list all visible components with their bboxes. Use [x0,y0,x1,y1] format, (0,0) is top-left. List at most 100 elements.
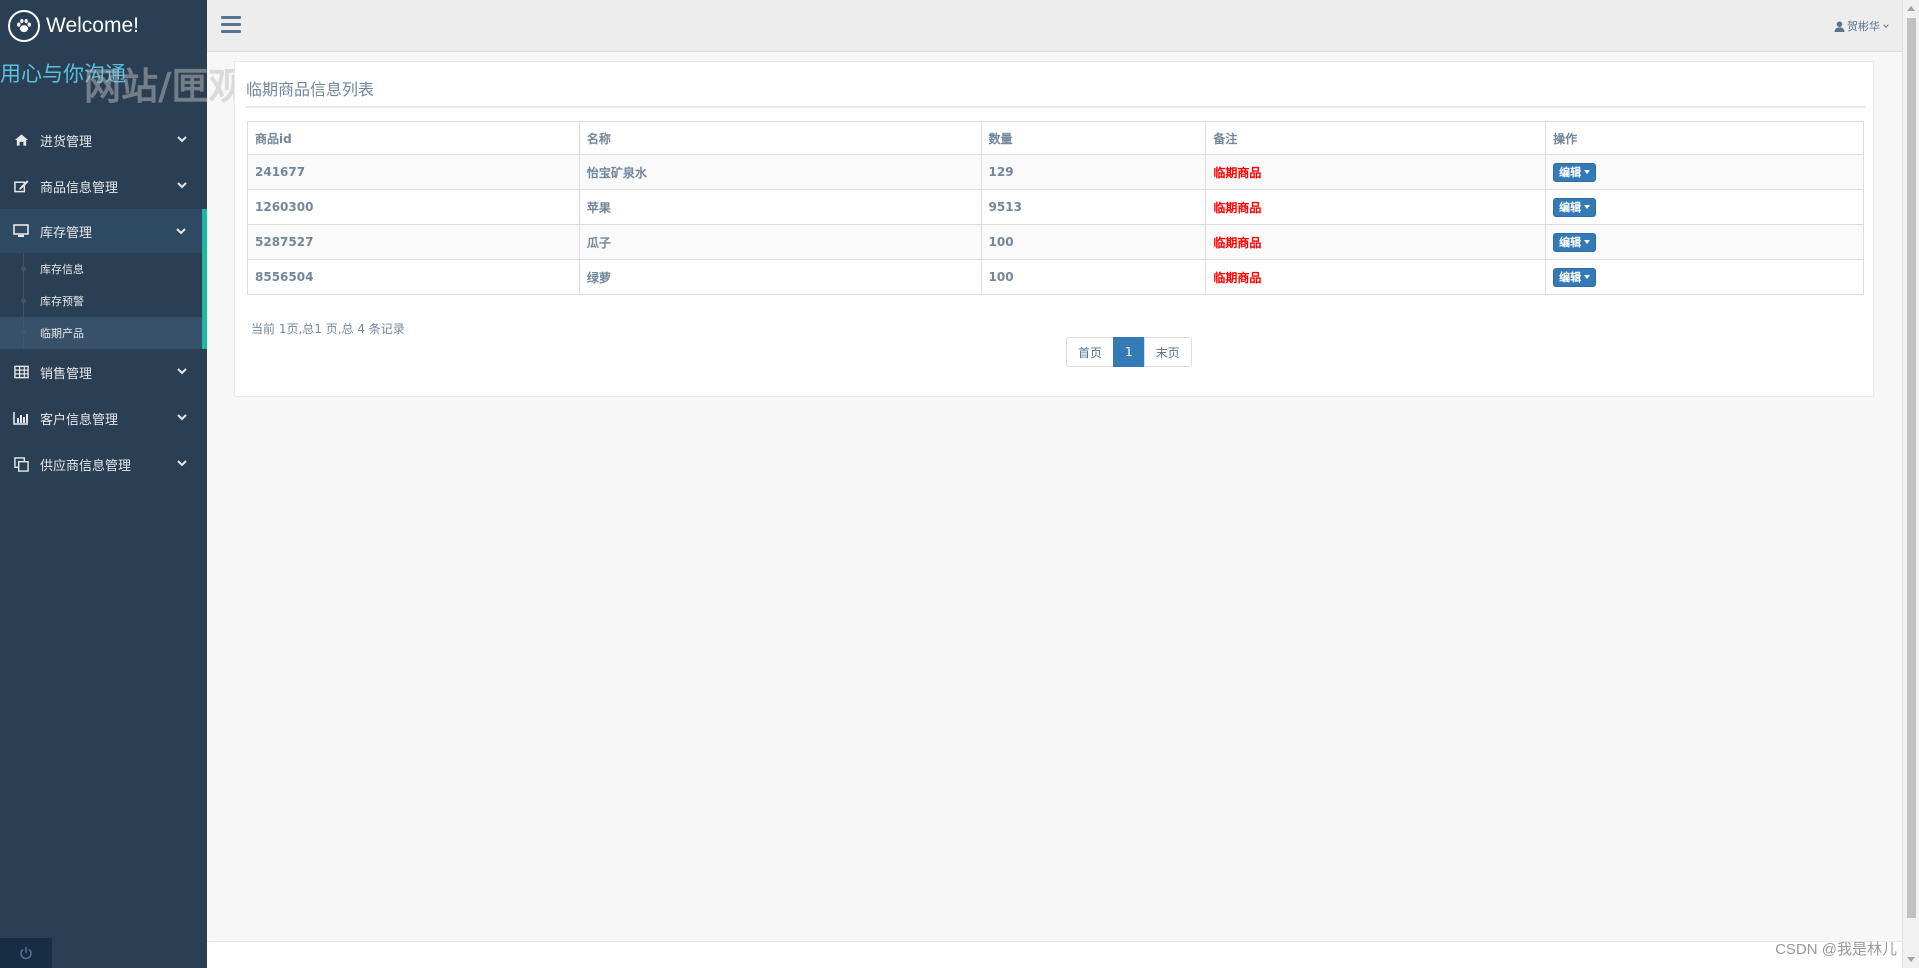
remark-cell: 临期商品 [1205,224,1547,260]
chevron-down-icon [177,136,187,143]
column-header: 备注 [1205,121,1547,155]
desktop-icon [13,223,29,239]
remark-cell: 临期商品 [1205,154,1547,190]
action-cell: 编辑 [1545,224,1864,260]
sidebar-subitem-label: 临期产品 [40,327,84,340]
paw-icon [8,10,40,42]
sidebar-item-label: 销售管理 [40,366,93,382]
edit-dropdown-button[interactable]: 编辑 [1553,232,1597,252]
brand-title: Welcome! [46,14,139,37]
footer-bar [207,941,1902,968]
user-menu[interactable]: 贺彬华 [1834,18,1890,34]
brand[interactable]: Welcome! [0,0,207,52]
chevron-down-icon [177,414,187,421]
sidebar-subitem-label: 库存信息 [40,263,84,276]
scroll-down-icon[interactable] [1907,957,1915,962]
action-cell: 编辑 [1545,259,1864,295]
panel-title: 临期商品信息列表 [246,80,375,99]
edit-dropdown-button[interactable]: 编辑 [1553,197,1597,217]
quantity-cell: 129 [980,154,1207,190]
caret-down-icon [1584,240,1591,244]
sidebar-item-product-info[interactable]: 商品信息管理 [0,163,207,209]
remark-cell: 临期商品 [1205,189,1547,225]
sidebar-item-label: 商品信息管理 [40,180,119,196]
scroll-up-icon[interactable] [1907,6,1915,11]
chevron-down-icon [177,460,187,467]
user-icon [1834,20,1845,32]
table-row: 5287527 瓜子 100 临期商品 编辑 [247,224,1864,260]
sidebar-subitem-label: 库存预警 [40,295,84,308]
column-header: 名称 [578,121,982,155]
sidebar-item-inventory[interactable]: 库存管理 [0,209,207,253]
caret-down-icon [1584,205,1591,209]
chevron-down-icon [177,182,187,189]
chevron-down-icon [176,228,186,235]
edit-icon [13,178,29,194]
table-row: 1260300 苹果 9513 临期商品 编辑 [247,189,1864,225]
table-row: 8556504 绿萝 100 临期商品 编辑 [247,259,1864,295]
column-header: 商品id [247,121,580,155]
product-id-cell: 8556504 [247,259,580,295]
chevron-down-icon [1883,24,1889,28]
product-id-cell: 5287527 [247,224,580,260]
quantity-cell: 100 [980,259,1207,295]
product-id-cell: 241677 [247,154,580,190]
quantity-cell: 100 [980,224,1207,260]
table-icon [13,364,29,380]
edit-label: 编辑 [1559,166,1582,179]
page-1-button[interactable]: 1 [1113,337,1145,367]
top-nav: 贺彬华 [207,0,1902,52]
sidebar-item-purchase[interactable]: 进货管理 [0,117,207,163]
product-name-cell: 瓜子 [578,224,982,260]
side-menu: 进货管理 商品信息管理 库存管理 库存信息 库存预警 临期产品 销售管理 客户信… [0,117,207,487]
sidebar-item-sales[interactable]: 销售管理 [0,349,207,395]
sidebar-item-label: 供应商信息管理 [40,458,132,474]
divider [245,106,1865,108]
sidebar-item-label: 库存管理 [40,225,93,241]
action-cell: 编辑 [1545,189,1864,225]
product-id-cell: 1260300 [247,189,580,225]
sidebar-item-customer[interactable]: 客户信息管理 [0,395,207,441]
remark-cell: 临期商品 [1205,259,1547,295]
edit-label: 编辑 [1559,236,1582,249]
edit-dropdown-button[interactable]: 编辑 [1553,162,1597,182]
product-name-cell: 绿萝 [578,259,982,295]
expiring-products-table: 商品id 名称 数量 备注 操作 241677 怡宝矿泉水 129 临期商品 编… [247,121,1864,295]
caret-down-icon [1584,275,1591,279]
table-row: 241677 怡宝矿泉水 129 临期商品 编辑 [247,154,1864,190]
sidebar-item-supplier[interactable]: 供应商信息管理 [0,441,207,487]
clone-icon [13,456,29,472]
sidebar-subitem-stock-warning[interactable]: 库存预警 [0,285,202,317]
user-name: 贺彬华 [1847,20,1880,33]
last-page-button[interactable]: 末页 [1143,337,1192,367]
product-name-cell: 怡宝矿泉水 [578,154,982,190]
record-info: 当前 1页,总1 页,总 4 条记录 [251,322,405,336]
edit-label: 编辑 [1559,271,1582,284]
chevron-down-icon [177,368,187,375]
power-icon [20,947,32,960]
first-page-button[interactable]: 首页 [1066,337,1115,367]
sidebar-subitem-expiring[interactable]: 临期产品 [0,317,202,349]
pagination: 首页 1 末页 [1066,337,1192,367]
action-cell: 编辑 [1545,154,1864,190]
sidebar-item-label: 进货管理 [40,134,93,150]
sidebar: Welcome! 用心与你沟通 网站/匣观宣 进货管理 商品信息管理 库存管理 [0,0,283,968]
inventory-submenu: 库存信息 库存预警 临期产品 [0,253,207,349]
sidebar-subitem-stock-info[interactable]: 库存信息 [0,253,202,285]
column-header: 操作 [1545,121,1864,155]
csdn-credit: CSDN @我是林儿 [1775,941,1897,958]
menu-toggle-icon[interactable] [221,16,241,34]
column-header: 数量 [980,121,1207,155]
bar-chart-icon [13,410,29,426]
logout-button[interactable] [0,938,52,968]
edit-dropdown-button[interactable]: 编辑 [1553,267,1597,287]
sidebar-item-label: 客户信息管理 [40,412,119,428]
quantity-cell: 9513 [980,189,1207,225]
product-name-cell: 苹果 [578,189,982,225]
content-panel: 临期商品信息列表 商品id 名称 数量 备注 操作 241677 怡宝矿泉水 1… [234,61,1874,397]
scroll-thumb[interactable] [1907,18,1916,918]
caret-down-icon [1584,170,1591,174]
home-icon [13,132,29,148]
vertical-scrollbar[interactable] [1902,0,1919,968]
edit-label: 编辑 [1559,201,1582,214]
